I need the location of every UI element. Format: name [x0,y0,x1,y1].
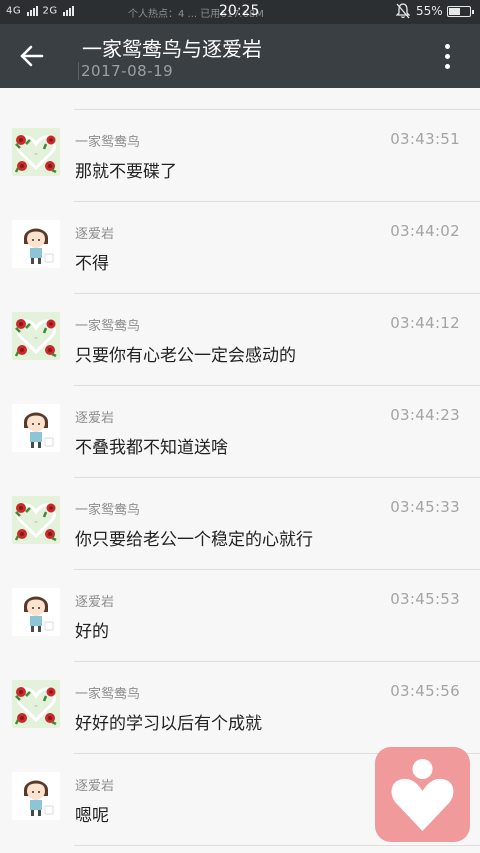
message-time: 03:44:12 [390,314,460,332]
network-type-label: 4G [6,5,22,17]
battery-percent: 55% [416,4,443,18]
network-type-label-2: 2G [42,5,58,17]
svg-text:~: ~ [34,336,38,342]
message-sender: 逐爱岩 [75,227,115,242]
arrow-left-icon [20,45,44,67]
message-sender: 逐爱岩 [75,595,115,610]
message-time: 03:45:53 [390,590,460,608]
message-time: 03:43:51 [390,130,460,148]
message-row[interactable]: ~ 一家鸳鸯鸟 03:44:12 只要你有心老公一定会感动的 [0,294,480,386]
network-indicator: 4G 2G [6,5,75,17]
message-row[interactable]: 逐爱岩 03:44:23 不叠我都不知道送啥 [0,386,480,478]
battery-icon [447,6,474,17]
battery-level [449,8,460,15]
message-sender: 逐爱岩 [75,411,115,426]
page-title: 一家鸳鸯鸟与逐爱岩 [82,37,262,61]
signal-icon [26,5,39,16]
title-divider [78,62,79,80]
status-clock: 20:25 [219,3,260,19]
message-text: 好的 [75,622,109,642]
status-bar: 4G 2G 个人热点：4 ... 已用617.68M 20:25 55% [0,0,480,24]
message-time: 03:44:02 [390,222,460,240]
message-sender: 一家鸳鸯鸟 [75,687,141,702]
message-sender: 一家鸳鸯鸟 [75,319,141,334]
floating-heart-button[interactable] [375,747,470,842]
message-row[interactable]: 逐爱岩 03:45:53 好的 [0,570,480,662]
message-text: 你只要给老公一个稳定的心就行 [75,530,313,550]
app-bar: 一家鸳鸯鸟与逐爱岩 2017-08-19 [0,24,480,88]
message-sender: 一家鸳鸯鸟 [75,503,141,518]
more-dot [445,64,450,69]
cartoon-girl-avatar[interactable] [12,588,60,636]
message-text: 嗯呢 [75,806,109,826]
rose-heart-avatar[interactable]: ~ [12,496,60,544]
more-options-button[interactable] [432,38,464,74]
message-time: 03:44:23 [390,406,460,424]
message-row[interactable]: ~ 一家鸳鸯鸟 03:45:33 你只要给老公一个稳定的心就行 [0,478,480,570]
message-time: 03:45:56 [390,682,460,700]
chat-date: 2017-08-19 [81,62,174,80]
bell-slash-icon [396,3,410,19]
message-text: 好好的学习以后有个成就 [75,714,262,734]
chat-history-screen: 4G 2G 个人热点：4 ... 已用617.68M 20:25 55% 一家鸳… [0,0,480,853]
message-time: 03:45:33 [390,498,460,516]
message-sender: 逐爱岩 [75,779,115,794]
signal-icon-2 [63,5,75,16]
message-text: 只要你有心老公一定会感动的 [75,346,296,366]
more-vertical-icon [445,44,450,49]
cartoon-girl-avatar[interactable] [12,220,60,268]
message-sender: 一家鸳鸯鸟 [75,135,141,150]
svg-text:~: ~ [34,152,38,158]
message-text: 不得 [75,254,109,274]
svg-text:~: ~ [34,520,38,526]
cartoon-girl-avatar[interactable] [12,772,60,820]
message-row[interactable]: 逐爱岩 03:44:02 不得 [0,202,480,294]
message-text: 那就不要碟了 [75,162,177,182]
svg-text:~: ~ [34,704,38,710]
more-dot [445,54,450,59]
row-divider [74,845,480,846]
heart-person-icon [391,759,454,831]
cartoon-girl-avatar[interactable] [12,404,60,452]
message-text: 不叠我都不知道送啥 [75,438,228,458]
rose-heart-avatar[interactable]: ~ [12,128,60,176]
message-row[interactable]: ~ 一家鸳鸯鸟 03:45:56 好好的学习以后有个成就 [0,662,480,754]
rose-heart-avatar[interactable]: ~ [12,312,60,360]
message-list[interactable]: ~ 一家鸳鸯鸟 03:43:51 那就不要碟了 逐爱岩 03:44:02 不得 ~ 一家… [0,88,480,853]
message-row[interactable]: ~ 一家鸳鸯鸟 03:43:51 那就不要碟了 [0,110,480,202]
back-button[interactable] [12,38,52,74]
rose-heart-avatar[interactable]: ~ [12,680,60,728]
